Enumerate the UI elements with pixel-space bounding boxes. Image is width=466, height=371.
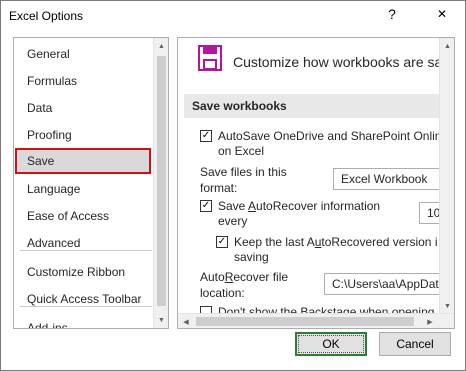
nav-item-general[interactable]: General — [15, 41, 151, 67]
nav-item-advanced[interactable]: Advanced — [15, 230, 151, 256]
excel-options-dialog: Excel Options ? ✕ General Formulas Data … — [0, 0, 466, 371]
autorecover-location-label-line2: location: — [200, 286, 245, 300]
nav-item-add-ins[interactable]: Add-ins — [15, 315, 151, 328]
panel-vertical-scrollbar[interactable]: ▲ ▼ — [439, 38, 454, 314]
nav-item-data[interactable]: Data — [15, 95, 151, 121]
help-icon: ? — [388, 6, 396, 22]
nav-item-language[interactable]: Language — [15, 176, 151, 202]
close-button[interactable]: ✕ — [419, 1, 465, 27]
close-icon: ✕ — [436, 7, 448, 21]
save-format-label-line2: format: — [200, 181, 238, 195]
keep-last-version-label-line2: saving — [234, 250, 269, 264]
save-format-label: Save files in this — [200, 165, 287, 179]
keep-last-version-checkbox[interactable]: ✓ — [216, 236, 228, 248]
scroll-down-icon[interactable]: ▼ — [440, 298, 454, 314]
section-header: Save workbooks — [184, 94, 446, 118]
scroll-down-icon[interactable]: ▼ — [154, 312, 168, 328]
title-bar: Excel Options ? ✕ — [1, 1, 465, 31]
panel-header: Customize how workbooks are save — [233, 54, 455, 70]
autorecover-location-input[interactable]: C:\Users\aa\AppData — [324, 273, 444, 295]
nav-scroll-thumb[interactable] — [157, 56, 166, 306]
scroll-right-icon[interactable]: ▶ — [422, 314, 438, 328]
scroll-left-icon[interactable]: ◀ — [178, 314, 194, 328]
ok-button[interactable]: OK — [295, 332, 367, 356]
nav-item-save[interactable]: Save — [15, 148, 151, 174]
autosave-label-line2: on Excel — [218, 144, 265, 158]
save-disk-icon — [198, 45, 222, 71]
help-button[interactable]: ? — [379, 1, 405, 27]
scroll-up-icon[interactable]: ▲ — [440, 38, 454, 54]
nav-item-ease-of-access[interactable]: Ease of Access — [15, 203, 151, 229]
horizontal-scroll-thumb[interactable] — [196, 317, 414, 326]
nav-item-customize-ribbon[interactable]: Customize Ribbon — [15, 259, 151, 285]
section-title: Save workbooks — [192, 99, 287, 113]
nav-item-quick-access-toolbar[interactable]: Quick Access Toolbar — [15, 286, 151, 312]
save-options-panel: Customize how workbooks are save Save wo… — [177, 37, 455, 329]
keep-last-version-label: Keep the last AutoRecovered version i — [234, 235, 438, 249]
nav-scrollbar[interactable]: ▲ ▼ — [153, 38, 168, 328]
scroll-up-icon[interactable]: ▲ — [154, 38, 168, 54]
nav-divider — [20, 250, 152, 251]
category-nav: General Formulas Data Proofing Save Lang… — [13, 37, 169, 329]
dialog-title: Excel Options — [9, 9, 84, 23]
nav-item-proofing[interactable]: Proofing — [15, 122, 151, 148]
focus-ring — [298, 335, 364, 353]
autorecover-label-line2: every — [218, 214, 248, 228]
cancel-button[interactable]: Cancel — [379, 332, 451, 356]
nav-item-formulas[interactable]: Formulas — [15, 68, 151, 94]
autorecover-location-label: AutoRecover file — [200, 270, 289, 284]
autorecover-label: Save AutoRecover information — [218, 199, 381, 213]
panel-horizontal-scrollbar[interactable]: ◀ ▶ — [178, 313, 454, 328]
autorecover-checkbox[interactable]: ✓ — [200, 200, 212, 212]
save-format-select[interactable]: Excel Workbook — [333, 168, 443, 190]
nav-divider — [20, 306, 152, 307]
autosave-label: AutoSave OneDrive and SharePoint Onlin — [218, 129, 442, 143]
autosave-checkbox[interactable]: ✓ — [200, 130, 212, 142]
